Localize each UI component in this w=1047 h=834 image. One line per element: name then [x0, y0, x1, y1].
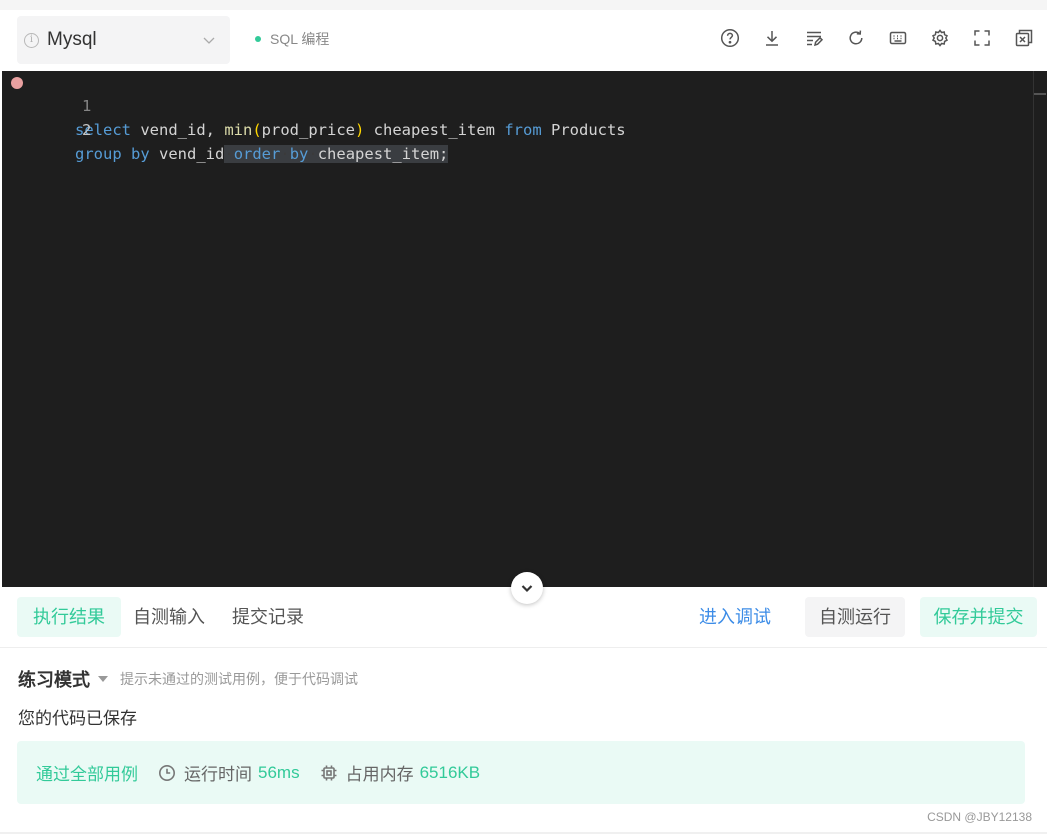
- chevron-down-icon: [521, 585, 533, 593]
- whitespace-marker: ·: [224, 145, 234, 163]
- saved-message: 您的代码已保存: [18, 709, 137, 728]
- practice-mode-hint: 提示未通过的测试用例，便于代码调试: [120, 671, 358, 687]
- code-token: cheapest_item: [364, 121, 505, 139]
- whitespace-marker: ·: [280, 145, 290, 163]
- keyword: order: [233, 145, 281, 163]
- tab-custom-input[interactable]: 自测输入: [117, 597, 221, 637]
- line-number: 2: [81, 121, 92, 139]
- chip-icon: [321, 765, 337, 780]
- code-token: vend_id,: [131, 121, 225, 139]
- download-icon[interactable]: [761, 27, 783, 49]
- tab-submit-history[interactable]: 提交记录: [216, 597, 320, 637]
- memory-value: 6516KB: [419, 762, 481, 782]
- memory-label: 占用内存: [345, 765, 414, 784]
- editor-toolbar: i Mysql SQL 编程: [0, 10, 1047, 71]
- runtime-metric: 运行时间 56ms: [158, 760, 300, 785]
- language-label: Mysql: [47, 29, 97, 50]
- code-editor[interactable]: 1 select vend_id, min(prod_price) cheape…: [2, 71, 1047, 587]
- keyword: group: [75, 145, 122, 163]
- selected-text: ·order·by·cheapest_item;: [224, 145, 449, 163]
- pass-summary: 通过全部用例 运行时间 56ms 占用内存 6516KB: [17, 741, 1025, 804]
- caret-down-icon[interactable]: [98, 676, 108, 682]
- keyword: by: [131, 145, 150, 163]
- info-icon: i: [24, 32, 39, 48]
- format-icon[interactable]: [803, 27, 825, 49]
- collapse-button[interactable]: [511, 572, 543, 604]
- code-token: Products: [541, 121, 626, 139]
- mode-tag-label: SQL 编程: [270, 31, 330, 47]
- editor-scrollbar[interactable]: [1033, 71, 1047, 587]
- function-token: min: [224, 121, 253, 139]
- status-dot: [255, 36, 261, 42]
- keyword: by: [289, 145, 309, 163]
- help-icon[interactable]: [719, 27, 741, 49]
- memory-metric: 占用内存 6516KB: [320, 760, 481, 785]
- watermark: CSDN @JBY12138: [927, 810, 1032, 824]
- whitespace-marker: ·: [308, 145, 318, 163]
- code-token: vend_id: [149, 145, 225, 163]
- settings-icon[interactable]: [929, 27, 951, 49]
- debug-button[interactable]: 进入调试: [685, 597, 785, 637]
- chevron-down-icon: [203, 37, 215, 44]
- code-line: 1 select vend_id, min(prod_price) cheape…: [2, 70, 1032, 139]
- close-window-icon[interactable]: [1013, 27, 1035, 49]
- mode-tag: SQL 编程: [255, 29, 329, 49]
- refresh-icon[interactable]: [845, 27, 867, 49]
- keyword: from: [504, 121, 542, 139]
- runtime-value: 56ms: [258, 762, 300, 782]
- code-token: prod_price: [261, 121, 355, 139]
- scroll-marker: [1034, 93, 1046, 95]
- practice-mode-row: 练习模式 提示未通过的测试用例，便于代码调试: [18, 666, 358, 692]
- save-submit-button[interactable]: 保存并提交: [920, 597, 1037, 637]
- results-panel: 练习模式 提示未通过的测试用例，便于代码调试 您的代码已保存 通过全部用例 运行…: [0, 648, 1047, 834]
- code-line: 2 group by vend_id·order·by·cheapest_ite…: [2, 94, 1032, 163]
- clock-icon: [159, 764, 175, 781]
- fullscreen-icon[interactable]: [971, 27, 993, 49]
- practice-mode-title[interactable]: 练习模式: [18, 666, 90, 692]
- code-token: cheapest_item;: [317, 145, 449, 163]
- paren: ): [355, 121, 365, 139]
- self-test-button[interactable]: 自测运行: [805, 597, 905, 637]
- paren: (: [252, 121, 262, 139]
- code-text: group by vend_id·order·by·cheapest_item;: [75, 142, 449, 166]
- runtime-label: 运行时间: [184, 765, 252, 784]
- tab-result[interactable]: 执行结果: [17, 597, 121, 637]
- top-strip: [0, 0, 1047, 10]
- code-text: select vend_id, min(prod_price) cheapest…: [75, 118, 626, 142]
- language-select[interactable]: i Mysql: [17, 16, 230, 64]
- tool-icons: [719, 27, 1035, 49]
- keyboard-icon[interactable]: [887, 27, 909, 49]
- pass-label: 通过全部用例: [36, 765, 138, 784]
